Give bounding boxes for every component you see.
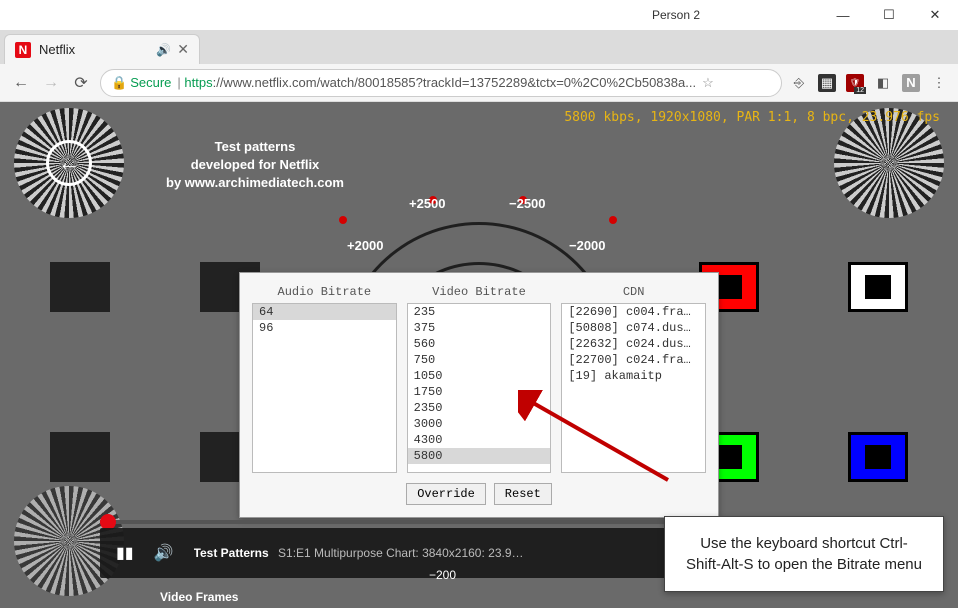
list-item[interactable]: [22632] c024.dus… bbox=[562, 336, 705, 352]
tab-strip: N Netflix 🔊 ✕ bbox=[0, 30, 958, 64]
video-frames-label: Video Frames bbox=[160, 590, 238, 604]
cast-icon[interactable]: ⎆ bbox=[790, 74, 808, 92]
tab-netflix[interactable]: N Netflix 🔊 ✕ bbox=[4, 34, 200, 64]
address-bar[interactable]: 🔒 Secure | https ://www.netflix.com/watc… bbox=[100, 69, 782, 97]
audio-bitrate-list[interactable]: 6496 bbox=[252, 303, 397, 473]
tab-title: Netflix bbox=[39, 42, 156, 57]
debug-overlay: 5800 kbps, 1920x1080, PAR 1:1, 8 bpc, 23… bbox=[564, 110, 940, 125]
lock-icon: 🔒 bbox=[111, 75, 127, 91]
list-item[interactable]: 1050 bbox=[408, 368, 551, 384]
annotation-callout: Use the keyboard shortcut Ctrl-Shift-Alt… bbox=[664, 516, 944, 592]
extension-icon-2[interactable]: ◧ bbox=[874, 74, 892, 92]
col-cdn-label: CDN bbox=[561, 285, 706, 299]
col-video-label: Video Bitrate bbox=[407, 285, 552, 299]
reload-button[interactable]: ⟳ bbox=[70, 72, 92, 94]
secure-label: Secure bbox=[130, 75, 171, 90]
list-item[interactable]: 96 bbox=[253, 320, 396, 336]
ublock-icon[interactable]: 🛡 bbox=[846, 74, 864, 92]
pause-button[interactable]: ▮▮ bbox=[116, 543, 134, 563]
callout-text: Use the keyboard shortcut Ctrl-Shift-Alt… bbox=[686, 535, 922, 573]
extension-icon-n[interactable]: N bbox=[902, 74, 920, 92]
chrome-menu-icon[interactable]: ⋮ bbox=[930, 74, 948, 92]
list-item[interactable]: [22690] c004.fra… bbox=[562, 304, 705, 320]
list-item[interactable]: 235 bbox=[408, 304, 551, 320]
scale-neg200: −200 bbox=[429, 568, 456, 582]
credit-text: Test patterns developed for Netflix by w… bbox=[150, 138, 360, 193]
profile-label: Person 2 bbox=[652, 8, 700, 22]
title-bold: Test Patterns bbox=[194, 546, 269, 560]
list-item[interactable]: 64 bbox=[253, 304, 396, 320]
volume-button[interactable]: 🔊 bbox=[154, 543, 174, 563]
extension-icon-1[interactable]: ▦ bbox=[818, 74, 836, 92]
forward-button[interactable]: → bbox=[40, 72, 62, 94]
tab-close-icon[interactable]: ✕ bbox=[177, 41, 189, 58]
player-back-button[interactable]: ← bbox=[46, 140, 92, 186]
audio-playing-icon[interactable]: 🔊 bbox=[156, 43, 171, 57]
window-titlebar: Person 2 — ☐ ✕ bbox=[0, 0, 958, 30]
list-item[interactable]: [19] akamaitp bbox=[562, 368, 705, 384]
video-player[interactable]: ← Test patterns developed for Netflix by… bbox=[0, 102, 958, 608]
toolbar: ← → ⟳ 🔒 Secure | https ://www.netflix.co… bbox=[0, 64, 958, 102]
netflix-favicon: N bbox=[15, 42, 31, 58]
window-controls: — ☐ ✕ bbox=[820, 0, 958, 30]
minimize-button[interactable]: — bbox=[820, 0, 866, 30]
now-playing: Test Patterns S1:E1 Multipurpose Chart: … bbox=[194, 546, 741, 560]
back-button[interactable]: ← bbox=[10, 72, 32, 94]
list-item[interactable]: 750 bbox=[408, 352, 551, 368]
override-button[interactable]: Override bbox=[406, 483, 486, 505]
list-item[interactable]: [22700] c024.fra… bbox=[562, 352, 705, 368]
url-scheme: https bbox=[184, 75, 212, 90]
bookmark-star-icon[interactable]: ☆ bbox=[702, 75, 714, 91]
close-window-button[interactable]: ✕ bbox=[912, 0, 958, 30]
secure-badge: 🔒 Secure bbox=[111, 75, 171, 91]
extension-icons: ⎆ ▦ 🛡 ◧ N ⋮ bbox=[790, 74, 948, 92]
episode-label: S1:E1 Multipurpose Chart: 3840x2160: 23.… bbox=[278, 546, 523, 560]
url-rest: ://www.netflix.com/watch/80018585?trackI… bbox=[213, 75, 696, 90]
annotation-arrow bbox=[518, 390, 678, 490]
list-item[interactable]: 560 bbox=[408, 336, 551, 352]
col-audio-label: Audio Bitrate bbox=[252, 285, 397, 299]
list-item[interactable]: [50808] c074.dus… bbox=[562, 320, 705, 336]
list-item[interactable]: 375 bbox=[408, 320, 551, 336]
maximize-button[interactable]: ☐ bbox=[866, 0, 912, 30]
